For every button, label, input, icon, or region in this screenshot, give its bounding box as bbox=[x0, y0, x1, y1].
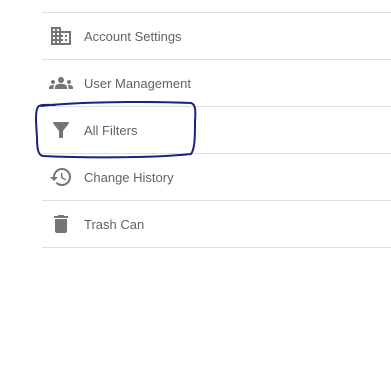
people-icon bbox=[49, 71, 73, 95]
menu-item-trash-can[interactable]: Trash Can bbox=[42, 201, 391, 248]
menu-item-label: Trash Can bbox=[84, 216, 145, 232]
history-icon bbox=[49, 165, 73, 189]
menu-item-account-settings[interactable]: Account Settings bbox=[42, 13, 391, 60]
filter-icon bbox=[49, 118, 73, 142]
menu-item-change-history[interactable]: Change History bbox=[42, 154, 391, 201]
menu-item-label: Change History bbox=[84, 169, 174, 185]
menu-item-user-management[interactable]: User Management bbox=[42, 60, 391, 107]
trash-icon bbox=[49, 212, 73, 236]
menu-item-label: All Filters bbox=[84, 122, 138, 138]
menu-item-label: Account Settings bbox=[84, 28, 182, 44]
menu-item-label: User Management bbox=[84, 75, 191, 91]
menu-item-all-filters[interactable]: All Filters bbox=[42, 107, 391, 154]
admin-menu: Account Settings User Management All Fil… bbox=[42, 12, 391, 248]
building-icon bbox=[49, 24, 73, 48]
